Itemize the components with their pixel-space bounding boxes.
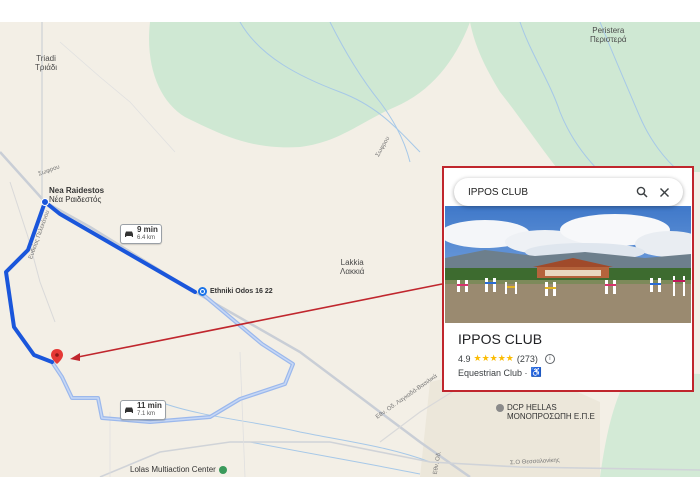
search-input[interactable]: IPPOS CLUB — [468, 187, 631, 198]
start-marker — [41, 198, 49, 206]
wheelchair-icon: ♿ — [530, 367, 542, 377]
waypoint-marker[interactable]: Ethniki Odos 16 22 — [198, 287, 273, 296]
rating-row[interactable]: 4.9 ★★★★★ (273) i — [458, 353, 555, 364]
place-label: Peristera Περιστερά — [590, 26, 627, 44]
rating-stars: ★★★★★ — [473, 353, 514, 363]
rating-value: 4.9 — [458, 353, 471, 364]
place-photo[interactable] — [445, 206, 691, 323]
callout-arrowhead — [70, 353, 80, 361]
close-icon[interactable] — [653, 181, 675, 203]
route-badge[interactable]: 9 min 6.4 km — [120, 224, 162, 244]
place-info-card[interactable]: IPPOS CLUB IPPOS CLUB 4.9 ★★★★★ (273) i … — [442, 166, 694, 392]
waypoint-icon — [198, 287, 207, 296]
business-icon — [496, 404, 504, 412]
search-icon[interactable] — [631, 181, 653, 203]
car-icon — [125, 231, 133, 237]
photo-image — [445, 206, 691, 323]
search-bar[interactable]: IPPOS CLUB — [454, 178, 683, 206]
category-row: Equestrian Club · ♿ — [458, 367, 542, 378]
place-label: Triadi Τριάδι — [35, 54, 58, 72]
poi-lolas[interactable]: Lolas Multiaction Center — [130, 465, 227, 474]
route-alternate-core — [51, 291, 294, 423]
review-count[interactable]: (273) — [517, 354, 538, 364]
stream — [249, 441, 421, 475]
car-icon — [125, 407, 133, 413]
place-label: Nea Raidestos Νέα Ραιδεστός — [49, 186, 105, 204]
road — [239, 351, 246, 477]
route-alternate — [50, 290, 295, 424]
route-badge[interactable]: 11 min 7.1 km — [120, 400, 166, 420]
place-label: Lakkia Λακκιά — [340, 258, 365, 276]
forest-area — [470, 22, 700, 172]
forest-area — [149, 22, 470, 148]
place-category: Equestrian Club · — [458, 367, 528, 378]
info-icon[interactable]: i — [544, 353, 555, 364]
poi-dcp-hellas[interactable]: DCP HELLAS ΜΟΝΟΠΡΟΣΩΠΗ Ε.Π.Ε — [496, 403, 595, 421]
activity-icon — [218, 465, 227, 474]
place-title: IPPOS CLUB — [458, 331, 543, 347]
